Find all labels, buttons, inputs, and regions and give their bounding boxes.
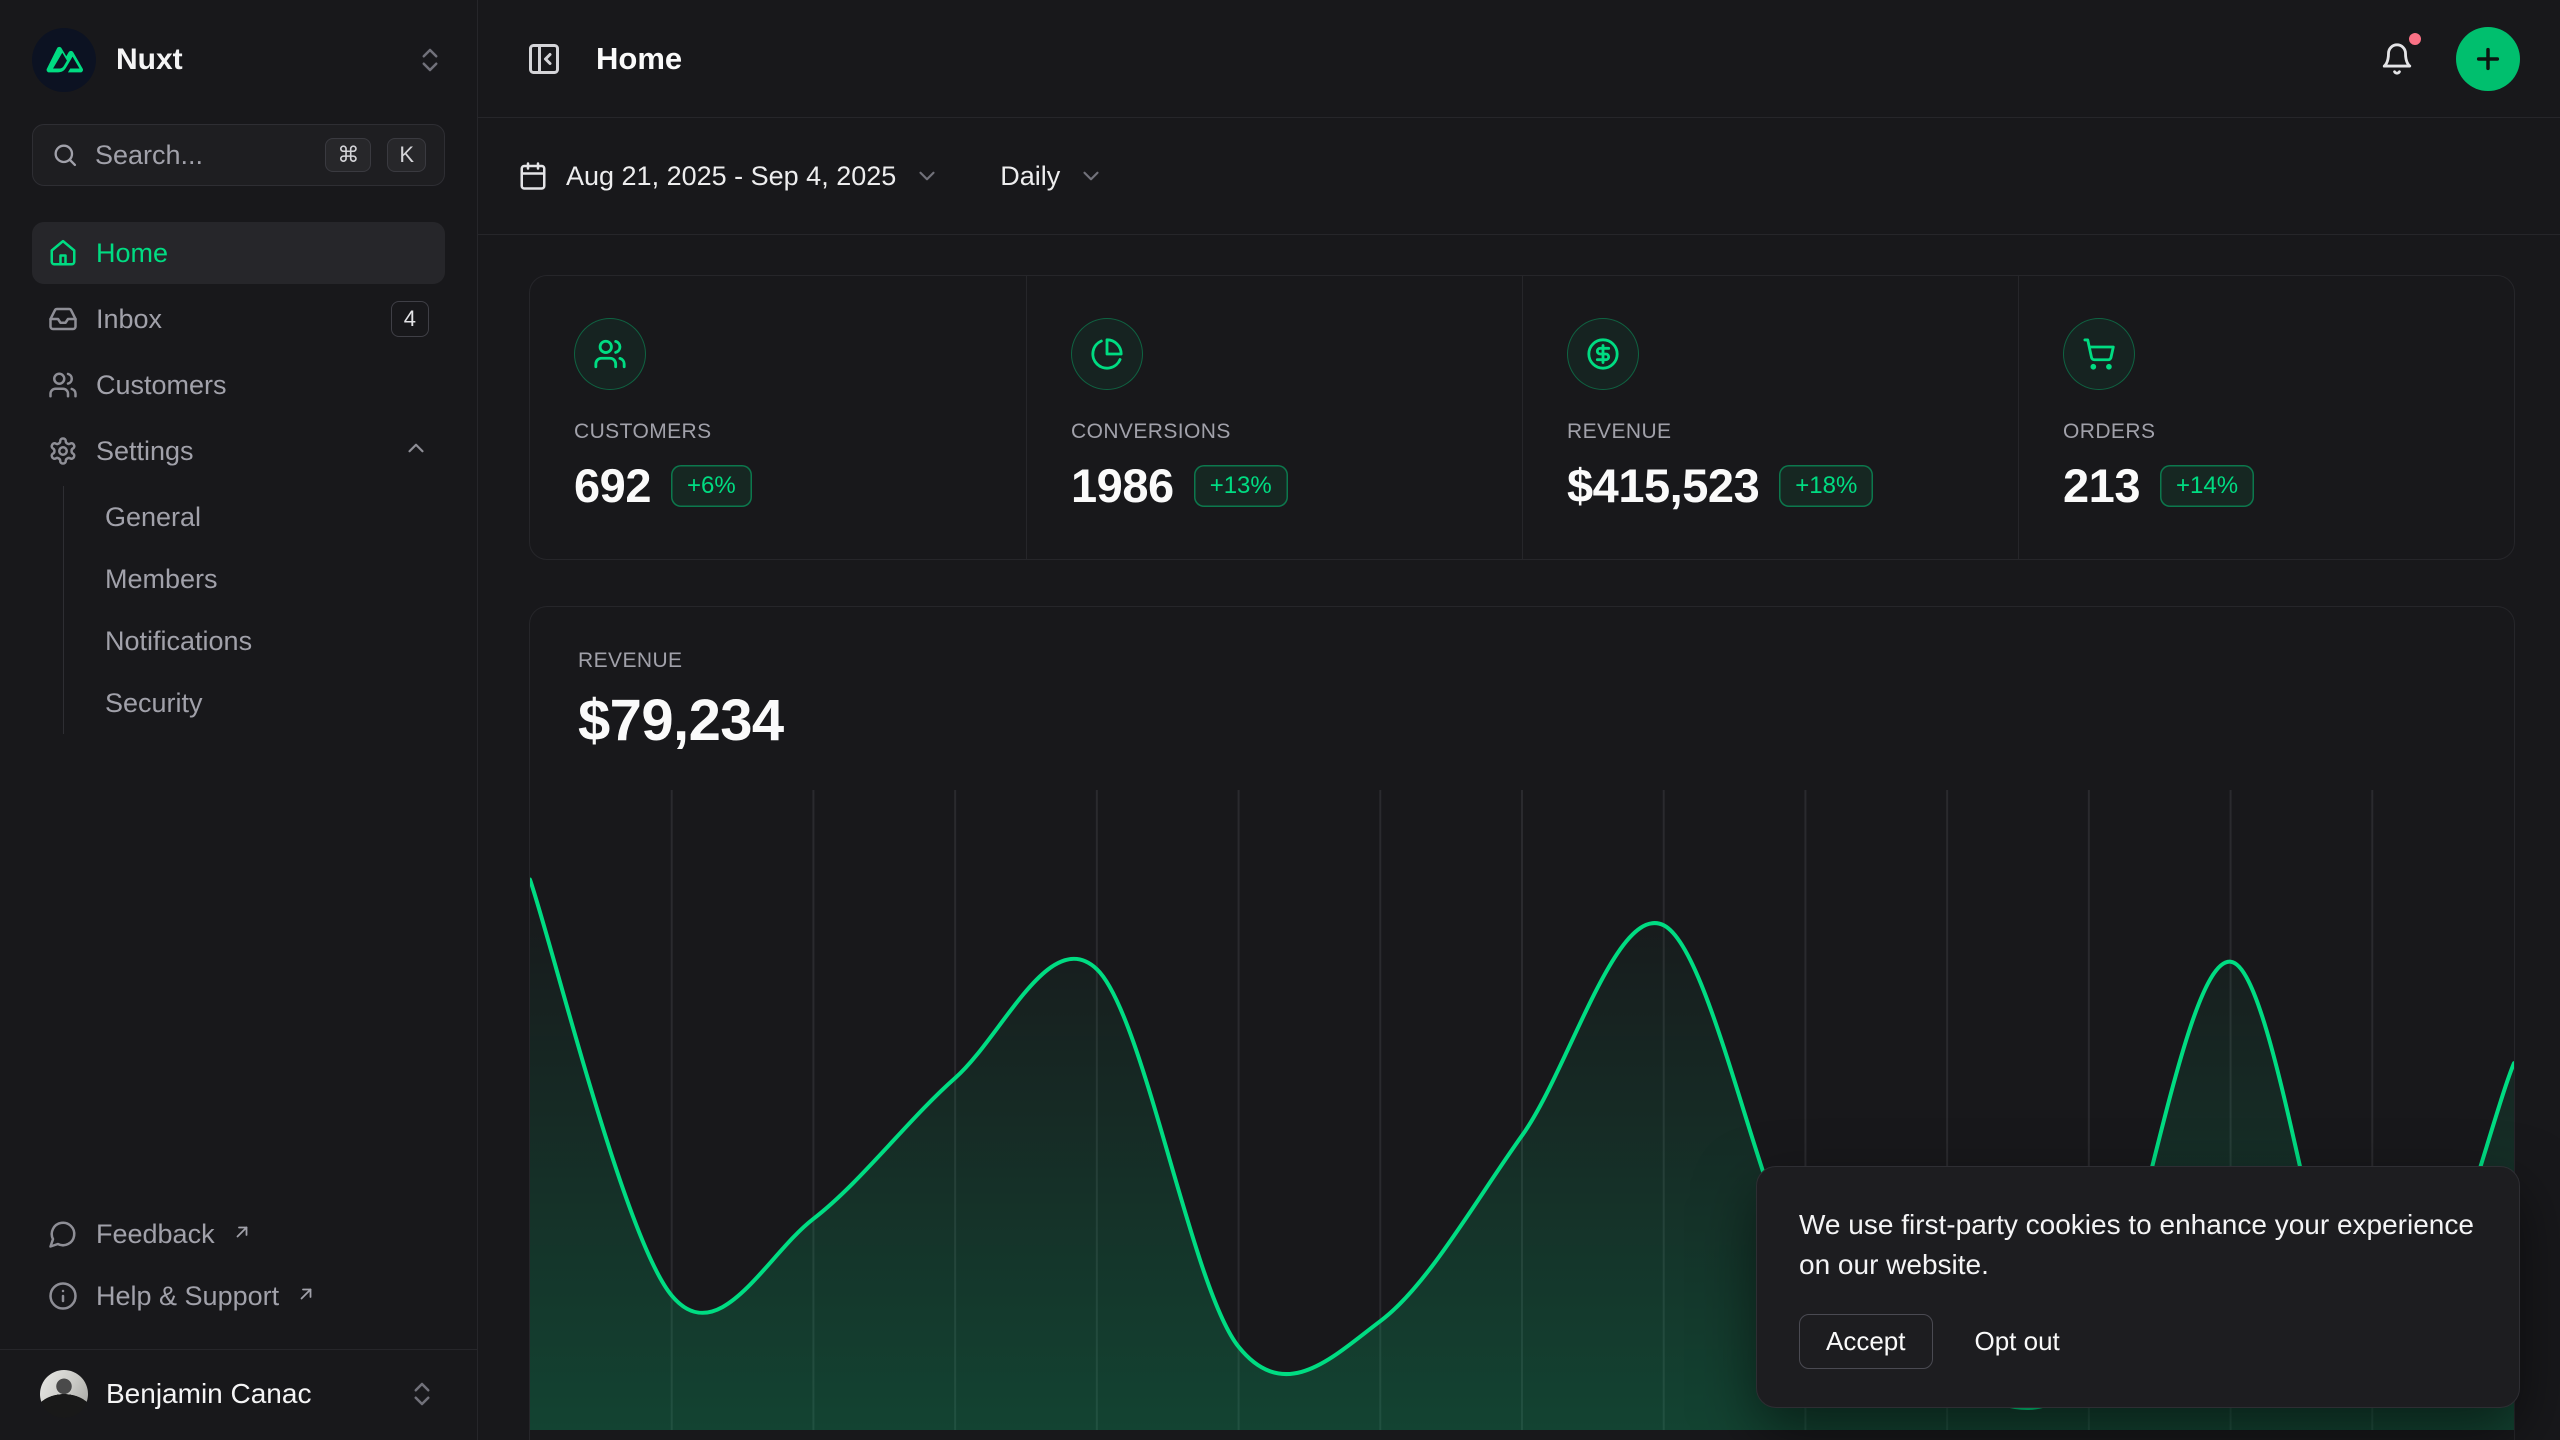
message-bubble-icon [48,1219,78,1249]
stat-card-conversions: CONVERSIONS 1986 +13% [1026,276,1522,559]
sidebar-item-label: Customers [96,370,227,401]
add-button[interactable] [2456,27,2520,91]
team-name: Nuxt [116,43,183,77]
sidebar-item-inbox[interactable]: Inbox 4 [32,288,445,350]
panel-left-close-icon [526,41,562,77]
stat-label: ORDERS [2063,420,2470,444]
circle-dollar-icon [1586,337,1620,371]
chevron-up-icon [403,435,429,468]
search-input[interactable] [95,140,309,171]
calendar-icon [518,161,548,191]
stat-card-revenue: REVENUE $415,523 +18% [1522,276,2018,559]
sidebar-item-label: Inbox [96,304,162,335]
stat-delta-badge: +6% [671,465,752,507]
stat-delta-badge: +14% [2160,465,2254,507]
stat-value: 692 [574,458,651,513]
sidebar-item-general[interactable]: General [105,486,445,548]
stat-label: REVENUE [1567,420,1974,444]
sidebar-item-security[interactable]: Security [105,672,445,734]
notification-dot [2406,30,2424,48]
filters-toolbar: Aug 21, 2025 - Sep 4, 2025 Daily [478,118,2560,235]
cookie-banner: We use first-party cookies to enhance yo… [1756,1166,2520,1408]
stat-label: CUSTOMERS [574,420,982,444]
sidebar-footer: Feedback Help & Support [32,1203,445,1345]
stat-delta-badge: +18% [1779,465,1873,507]
date-range-picker[interactable]: Aug 21, 2025 - Sep 4, 2025 [518,161,940,192]
collapse-sidebar-button[interactable] [518,33,570,85]
search-icon [51,141,79,169]
help-support-label: Help & Support [96,1281,279,1312]
sidebar-item-members[interactable]: Members [105,548,445,610]
plus-icon [2472,43,2504,75]
avatar [40,1370,88,1418]
stat-label: CONVERSIONS [1071,420,1478,444]
page-title: Home [596,41,682,77]
search-input-wrapper[interactable]: ⌘ K [32,124,445,186]
sidebar-item-settings[interactable]: Settings [32,420,445,482]
feedback-label: Feedback [96,1219,215,1250]
pie-chart-icon [1090,337,1124,371]
team-switcher[interactable]: Nuxt [32,24,445,96]
stats-panel: CUSTOMERS 692 +6% CONVERSIONS 1986 +13% [529,275,2515,560]
chevrons-up-down-icon [415,45,445,75]
info-circle-icon [48,1281,78,1311]
sidebar-nav: Home Inbox 4 Customers Settings General [32,222,445,734]
cookie-message: We use first-party cookies to enhance yo… [1799,1205,2477,1286]
cookie-accept-button[interactable]: Accept [1799,1314,1933,1369]
sidebar: Nuxt ⌘ K Home Inbox 4 Customers [0,0,478,1440]
sidebar-item-home[interactable]: Home [32,222,445,284]
users-icon [593,337,627,371]
notifications-button[interactable] [2372,34,2422,84]
stat-value: $415,523 [1567,458,1759,513]
revenue-panel-value: $79,234 [578,687,2466,754]
chevrons-up-down-icon [407,1379,437,1409]
stat-value: 1986 [1071,458,1174,513]
home-icon [48,238,78,268]
cookie-optout-button[interactable]: Opt out [1975,1315,2060,1368]
revenue-panel-label: REVENUE [578,649,2466,673]
external-link-icon [297,1279,315,1310]
inbox-icon [48,304,78,334]
kbd-command: ⌘ [325,138,371,172]
feedback-link[interactable]: Feedback [32,1203,445,1265]
help-support-link[interactable]: Help & Support [32,1265,445,1327]
shopping-cart-icon [2082,337,2116,371]
stat-card-customers: CUSTOMERS 692 +6% [530,276,1026,559]
settings-submenu: General Members Notifications Security [63,486,445,734]
sidebar-item-label: Home [96,238,168,269]
sidebar-item-notifications[interactable]: Notifications [105,610,445,672]
sidebar-item-customers[interactable]: Customers [32,354,445,416]
chevron-down-icon [1078,163,1104,189]
granularity-select[interactable]: Daily [1000,161,1104,192]
users-icon [48,370,78,400]
inbox-count-badge: 4 [391,301,429,337]
granularity-value: Daily [1000,161,1060,192]
kbd-k: K [387,138,426,172]
user-menu[interactable]: Benjamin Canac [32,1350,445,1440]
stat-card-orders: ORDERS 213 +14% [2018,276,2514,559]
nuxt-logo-icon [32,28,96,92]
topbar: Home [478,0,2560,118]
external-link-icon [233,1217,251,1248]
chevron-down-icon [914,163,940,189]
stat-value: 213 [2063,458,2140,513]
gear-icon [48,436,78,466]
bell-icon [2380,42,2414,76]
date-range-value: Aug 21, 2025 - Sep 4, 2025 [566,161,896,192]
sidebar-item-label: Settings [96,436,194,467]
stat-delta-badge: +13% [1194,465,1288,507]
user-name: Benjamin Canac [106,1378,311,1410]
